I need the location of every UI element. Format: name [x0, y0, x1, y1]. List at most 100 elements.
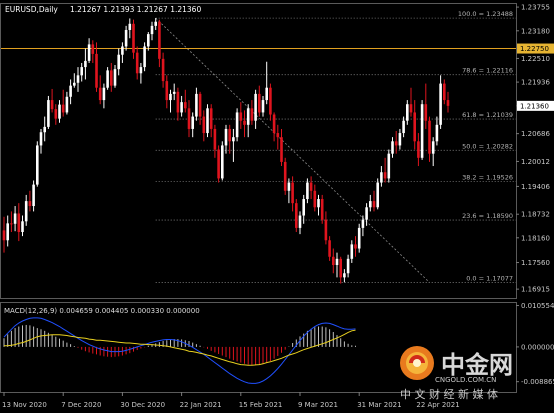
- fib-level-label: 0.0 = 1.17077: [466, 274, 513, 282]
- candle-body: [10, 223, 13, 225]
- candle: [143, 42, 146, 72]
- fib-level-label: 78.6 = 1.22116: [462, 67, 513, 75]
- candle-body: [172, 91, 176, 94]
- time-tick-label[interactable]: 22 Jan 2021: [180, 401, 222, 409]
- candle-body: [302, 199, 305, 216]
- time-tick-label[interactable]: 9 Mar 2021: [298, 401, 338, 409]
- candle-body: [154, 21, 157, 26]
- candle-body: [365, 207, 368, 220]
- candle-body: [2, 230, 6, 241]
- candle-body: [272, 114, 276, 134]
- candle-body: [47, 100, 50, 127]
- cngold-watermark: 中金网 CNGOLD.COM.CN 中 文 财 经 新 媒 体: [400, 346, 513, 401]
- candle-body: [228, 128, 231, 142]
- candle: [295, 199, 298, 233]
- candle-body: [50, 100, 54, 110]
- candle-body: [398, 133, 402, 146]
- candle-body: [102, 87, 106, 101]
- candle: [235, 108, 239, 142]
- watermark-subtitle: 中 文 财 经 新 媒 体: [400, 387, 498, 401]
- candle: [320, 194, 324, 224]
- time-tick-label[interactable]: 13 Nov 2020: [2, 401, 47, 409]
- candle-body: [261, 100, 265, 113]
- candle-body: [328, 240, 331, 257]
- candle-body: [150, 25, 154, 35]
- candle-body: [317, 199, 320, 208]
- candle-body: [280, 137, 283, 162]
- candle-body: [428, 120, 431, 154]
- candle-body: [61, 104, 65, 113]
- candle-body: [254, 93, 257, 121]
- candle-body: [217, 149, 220, 179]
- chart-ohlc-label: 1.21267 1.21393 1.21267 1.21360: [70, 5, 201, 14]
- candle-body: [232, 137, 235, 142]
- candle-body: [135, 52, 139, 74]
- candle-body: [265, 87, 268, 101]
- candle-body: [295, 203, 298, 228]
- candle-body: [176, 91, 180, 113]
- candle-body: [24, 201, 28, 222]
- candle-body: [98, 87, 102, 101]
- candle-body: [139, 67, 143, 74]
- fib-level-label: 50.0 = 1.20282: [462, 142, 513, 150]
- chart-symbol-label: EURUSD,Daily: [5, 5, 58, 14]
- candle-body: [221, 145, 224, 179]
- candle-body: [320, 199, 324, 220]
- time-tick-label[interactable]: 31 Mar 2021: [357, 401, 401, 409]
- candle-body: [357, 227, 361, 249]
- candle-body: [36, 145, 39, 185]
- candle-body: [106, 70, 109, 88]
- candle-body: [383, 172, 387, 179]
- candle-body: [206, 108, 209, 134]
- candle-body: [58, 104, 61, 119]
- candle-body: [65, 96, 69, 113]
- candle-body: [309, 182, 313, 191]
- candle: [221, 141, 224, 181]
- candle-body: [372, 201, 376, 208]
- candle: [106, 67, 109, 90]
- time-tick-label[interactable]: 7 Dec 2020: [61, 401, 101, 409]
- candle-body: [235, 112, 239, 138]
- candle: [387, 149, 391, 183]
- candle-body: [417, 141, 420, 158]
- candle-body: [243, 120, 246, 125]
- candle-body: [169, 93, 172, 101]
- candle: [217, 145, 220, 183]
- candle: [283, 157, 287, 195]
- candle-body: [287, 182, 291, 191]
- time-tick-label[interactable]: 15 Feb 2021: [239, 401, 283, 409]
- candle-body: [283, 161, 287, 191]
- price-tick-label: 1.21936: [521, 79, 550, 87]
- price-tick-label: 1.23755: [521, 4, 550, 12]
- candle-body: [132, 23, 135, 53]
- candle-body: [17, 213, 21, 233]
- candle-body: [239, 112, 243, 121]
- candle: [420, 100, 424, 160]
- candle-body: [306, 182, 309, 200]
- time-tick-label[interactable]: 22 Apr 2021: [416, 401, 459, 409]
- candle: [36, 141, 39, 187]
- candle-body: [184, 102, 187, 109]
- candle-body: [269, 87, 272, 115]
- candle-body: [191, 116, 194, 129]
- candle-body: [213, 128, 217, 150]
- candle-body: [54, 109, 58, 119]
- candle-body: [124, 29, 128, 47]
- price-tick-label: 1.22510: [521, 55, 550, 63]
- watermark-title: 中金网: [441, 351, 513, 379]
- candle-body: [202, 116, 206, 134]
- time-tick-label[interactable]: 30 Dec 2020: [120, 401, 165, 409]
- candle-body: [165, 81, 169, 101]
- candle-body: [209, 108, 213, 129]
- fib-level-label: 100.0 = 1.23488: [458, 10, 513, 18]
- candle-body: [91, 44, 95, 54]
- candle-body: [258, 93, 261, 113]
- candle-body: [431, 141, 435, 154]
- candle-body: [250, 108, 254, 121]
- candle-body: [113, 69, 117, 86]
- candle-body: [420, 104, 424, 158]
- candle-body: [298, 215, 302, 228]
- candle-body: [324, 219, 328, 241]
- candle-body: [128, 23, 132, 30]
- candle-body: [6, 223, 9, 241]
